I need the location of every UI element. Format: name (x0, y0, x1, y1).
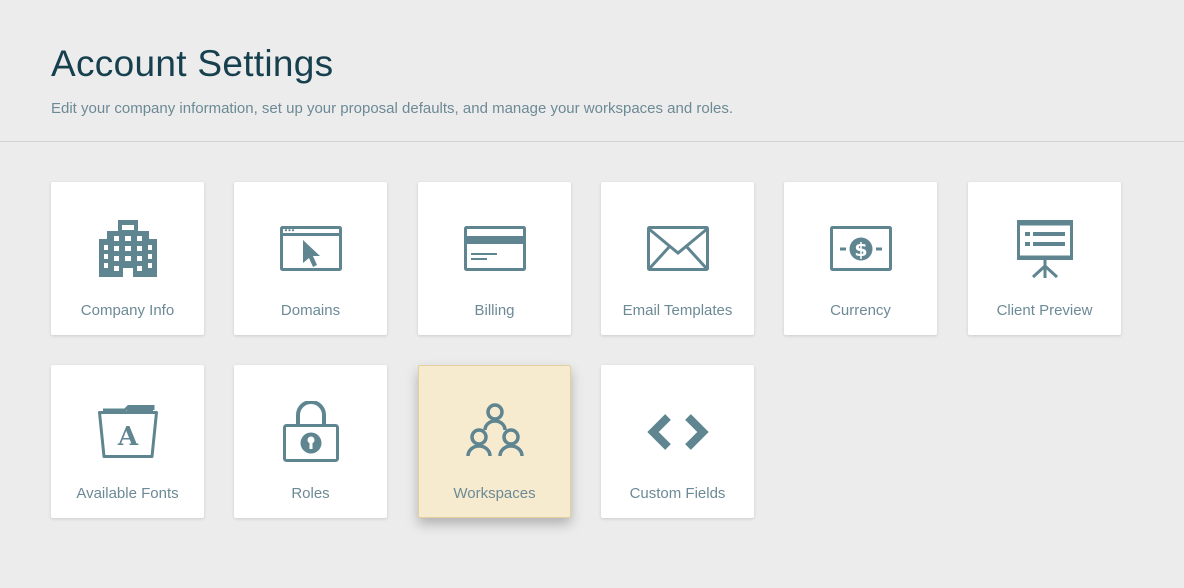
tile-email-templates[interactable]: Email Templates (601, 182, 754, 335)
page-subtitle: Edit your company information, set up yo… (51, 100, 734, 117)
font-folder-icon: A (51, 395, 204, 469)
tile-custom-fields[interactable]: Custom Fields (601, 365, 754, 518)
tile-currency[interactable]: $ Currency (784, 182, 937, 335)
tile-workspaces[interactable]: Workspaces (418, 365, 571, 518)
tile-domains[interactable]: Domains (234, 182, 387, 335)
currency-symbol: $ (854, 239, 867, 261)
tile-label: Client Preview (996, 302, 1093, 319)
dollar-bill-icon: $ (784, 212, 937, 286)
code-brackets-icon (601, 395, 754, 469)
tile-label: Billing (474, 302, 515, 319)
tile-label: Workspaces (453, 485, 536, 502)
tile-available-fonts[interactable]: A Available Fonts (51, 365, 204, 518)
tile-client-preview[interactable]: Client Preview (968, 182, 1121, 335)
page-title: Account Settings (51, 43, 334, 84)
tile-roles[interactable]: Roles (234, 365, 387, 518)
people-group-icon (419, 395, 570, 469)
tile-label: Domains (280, 302, 341, 319)
tile-label: Email Templates (622, 302, 733, 319)
building-icon (51, 212, 204, 286)
presentation-board-icon (968, 212, 1121, 286)
envelope-icon (601, 212, 754, 286)
tile-company-info[interactable]: Company Info (51, 182, 204, 335)
font-sample-letter: A (116, 422, 138, 452)
browser-cursor-icon (234, 212, 387, 286)
tile-billing[interactable]: Billing (418, 182, 571, 335)
tile-label: Currency (830, 302, 891, 319)
tile-label: Company Info (80, 302, 175, 319)
credit-card-icon (418, 212, 571, 286)
tile-label: Custom Fields (629, 485, 726, 502)
tile-label: Available Fonts (76, 485, 179, 502)
tile-label: Roles (291, 485, 330, 502)
padlock-icon (234, 395, 387, 469)
page-header: Account Settings Edit your company infor… (0, 0, 1184, 142)
